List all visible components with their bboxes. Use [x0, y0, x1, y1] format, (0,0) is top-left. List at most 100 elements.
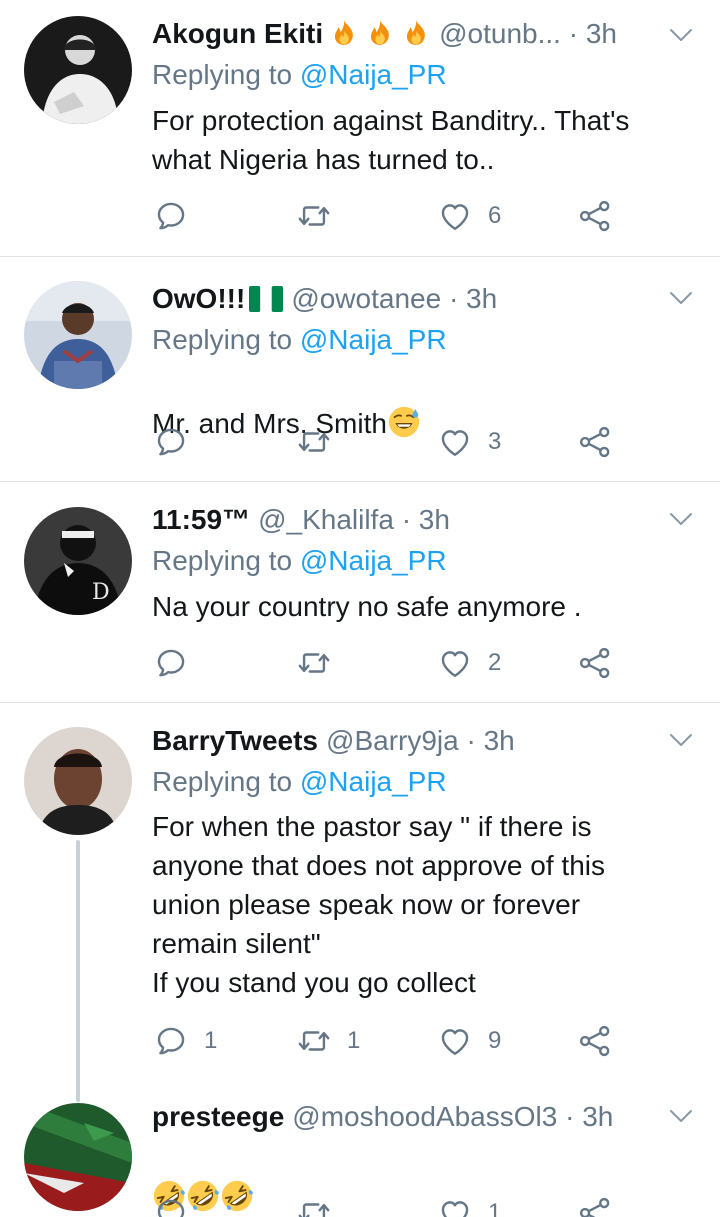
tweet-text: Na your country no safe anymore .	[152, 591, 582, 622]
reply-icon	[154, 425, 188, 459]
share-button[interactable]	[578, 196, 612, 236]
user-handle[interactable]: @otunb...	[439, 18, 561, 49]
user-handle[interactable]: @owotanee	[291, 283, 441, 314]
reply-icon	[154, 199, 188, 233]
display-name[interactable]: presteege	[152, 1101, 284, 1132]
timestamp[interactable]: · 3h	[565, 1101, 613, 1132]
retweet-count: 1	[347, 1027, 361, 1054]
retweet-button[interactable]	[297, 643, 347, 683]
like-count: 1	[488, 1199, 502, 1217]
display-name[interactable]: BarryTweets	[152, 725, 318, 756]
replying-label: Replying to	[152, 324, 293, 355]
replying-label: Replying to	[152, 59, 293, 90]
timestamp[interactable]: · 3h	[402, 504, 450, 535]
share-icon	[578, 199, 612, 233]
like-count: 2	[488, 649, 502, 676]
reply-button[interactable]	[154, 196, 204, 236]
fire-icon	[401, 18, 431, 48]
retweet-button[interactable]: 1	[297, 1021, 360, 1061]
mention-link[interactable]: @Naija_PR	[300, 766, 447, 797]
nigeria-flag-icon	[249, 286, 283, 312]
timestamp[interactable]: · 3h	[569, 18, 617, 49]
retweet-button[interactable]	[297, 422, 347, 462]
reply-icon	[154, 1024, 188, 1058]
chevron-down-icon[interactable]	[666, 504, 696, 534]
tweet-header: 11:59™ @_Khalilfa · 3h	[152, 500, 660, 540]
heart-icon	[438, 1024, 472, 1058]
display-name[interactable]: 11:59™	[152, 504, 250, 535]
like-count: 6	[488, 202, 502, 229]
avatar[interactable]	[24, 727, 132, 835]
share-icon	[578, 425, 612, 459]
like-button[interactable]: 6	[438, 196, 501, 236]
tweet-header: OwO!!! @owotanee · 3h	[152, 279, 660, 319]
like-count: 9	[488, 1027, 502, 1054]
user-handle[interactable]: @_Khalilfa	[258, 504, 394, 535]
share-button[interactable]	[578, 422, 612, 462]
timestamp[interactable]: · 3h	[466, 725, 514, 756]
tweet-header: presteege @moshoodAbassOl3 · 3h	[152, 1097, 660, 1137]
replying-to: Replying to @Naija_PR	[152, 762, 447, 802]
replying-to: Replying to @Naija_PR	[152, 55, 447, 95]
avatar[interactable]	[24, 16, 132, 124]
reply-icon	[154, 1196, 188, 1217]
display-name[interactable]: Akogun Ekiti	[152, 18, 323, 49]
tweet-actions: 3	[152, 422, 632, 462]
mention-link[interactable]: @Naija_PR	[300, 545, 447, 576]
replying-label: Replying to	[152, 766, 293, 797]
fire-icon	[329, 18, 359, 48]
thread-connector	[76, 840, 80, 1102]
tweet-5[interactable]: presteege @moshoodAbassOl3 · 3h 1	[0, 1085, 720, 1217]
like-button[interactable]: 3	[438, 422, 501, 462]
reply-icon	[154, 646, 188, 680]
chevron-down-icon[interactable]	[666, 20, 696, 50]
retweet-icon	[297, 425, 331, 459]
chevron-down-icon[interactable]	[666, 725, 696, 755]
retweet-icon	[297, 1024, 331, 1058]
timestamp[interactable]: · 3h	[449, 283, 497, 314]
user-handle[interactable]: @Barry9ja	[326, 725, 459, 756]
tweet-1[interactable]: Akogun Ekiti @otunb... · 3h Replying to @…	[0, 0, 720, 255]
replying-label: Replying to	[152, 545, 293, 576]
reply-count: 1	[204, 1027, 218, 1054]
avatar[interactable]	[24, 1103, 132, 1211]
tweet-text: For when the pastor say " if there is an…	[152, 811, 605, 998]
avatar[interactable]	[24, 281, 132, 389]
reply-button[interactable]	[154, 1193, 204, 1217]
retweet-icon	[297, 199, 331, 233]
share-button[interactable]	[578, 1193, 612, 1217]
reply-button[interactable]	[154, 422, 204, 462]
reply-button[interactable]: 1	[154, 1021, 217, 1061]
retweet-icon	[297, 1196, 331, 1217]
avatar[interactable]: D	[24, 507, 132, 615]
chevron-down-icon[interactable]	[666, 1101, 696, 1131]
fire-icon	[365, 18, 395, 48]
heart-icon	[438, 646, 472, 680]
display-name[interactable]: OwO!!!	[152, 283, 245, 314]
tweet-3[interactable]: D 11:59™ @_Khalilfa · 3h Replying to @Nai…	[0, 482, 720, 702]
tweet-actions: 6	[152, 196, 632, 236]
user-handle[interactable]: @moshoodAbassOl3	[292, 1101, 557, 1132]
retweet-button[interactable]	[297, 1193, 347, 1217]
share-button[interactable]	[578, 643, 612, 683]
share-icon	[578, 1196, 612, 1217]
tweet-actions: 1 1 9	[152, 1021, 632, 1061]
like-button[interactable]: 2	[438, 643, 501, 683]
tweet-actions: 1	[152, 1193, 632, 1217]
svg-text:D: D	[92, 580, 110, 605]
like-button[interactable]: 1	[438, 1193, 501, 1217]
mention-link[interactable]: @Naija_PR	[300, 59, 447, 90]
replying-to: Replying to @Naija_PR	[152, 320, 447, 360]
chevron-down-icon[interactable]	[666, 283, 696, 313]
heart-icon	[438, 199, 472, 233]
tweet-2[interactable]: OwO!!! @owotanee · 3h Replying to @Naija_…	[0, 257, 720, 481]
reply-button[interactable]	[154, 643, 204, 683]
like-button[interactable]: 9	[438, 1021, 501, 1061]
retweet-icon	[297, 646, 331, 680]
share-button[interactable]	[578, 1021, 612, 1061]
retweet-button[interactable]	[297, 196, 347, 236]
tweet-4[interactable]: BarryTweets @Barry9ja · 3h Replying to @N…	[0, 703, 720, 1102]
mention-link[interactable]: @Naija_PR	[300, 324, 447, 355]
tweet-actions: 2	[152, 643, 632, 683]
share-icon	[578, 1024, 612, 1058]
